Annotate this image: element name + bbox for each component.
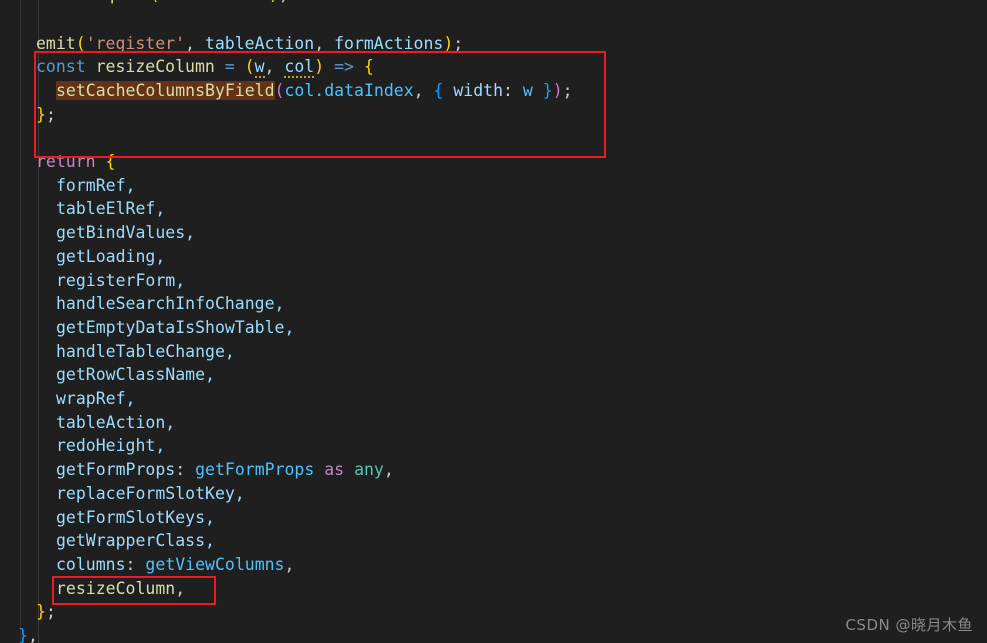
code-line-close-return: }; xyxy=(36,602,56,622)
code-line-registerform: registerForm, xyxy=(0,269,185,293)
code-line-close-arrow-fn: }; xyxy=(36,104,56,124)
csdn-watermark: CSDN @晓月木鱼 xyxy=(845,616,973,634)
code-line-columns: columns: getViewColumns, xyxy=(56,554,295,574)
token-getbindvalues: getBindValues, xyxy=(56,223,196,243)
code-line-emit: emit('register', tableAction, formAction… xyxy=(36,33,464,53)
code-line-tableelref: tableElRef, xyxy=(0,197,165,221)
token-handletablechange: handleTableChange, xyxy=(56,341,235,361)
token-return: return xyxy=(36,152,96,171)
token-registerform: registerForm, xyxy=(56,270,186,290)
code-content[interactable]: import(tableAction); emit('register', ta… xyxy=(0,0,987,643)
code-line-formref: formRef, xyxy=(0,174,135,198)
code-line-getformslotkeys: getFormSlotKeys, xyxy=(0,506,215,530)
code-line-replaceformslotkey: replaceFormSlotKey, xyxy=(0,482,245,506)
token-resizecolumn-name: resizeColumn xyxy=(95,57,215,77)
token-param-col: col xyxy=(284,57,315,79)
code-line-handletablechange: handleTableChange, xyxy=(0,340,235,364)
code-line-return: return { xyxy=(36,152,116,171)
code-line-getloading: getLoading, xyxy=(0,245,165,269)
token-arrow: => xyxy=(334,57,354,77)
token-getloading: getLoading, xyxy=(56,246,166,266)
token-setcachecolumnsbyfield-highlighted: setCacheColumnsByField xyxy=(56,80,275,100)
code-line-const-resizecolumn: const resizeColumn = (w, col) => { xyxy=(36,57,374,79)
code-line-wrapref: wrapRef, xyxy=(0,387,135,411)
token-getformprops-key: getFormProps xyxy=(56,460,176,480)
code-line-close-setup: }, xyxy=(18,626,38,643)
token-getwrapperclass: getWrapperClass, xyxy=(56,531,215,551)
token-replaceformslotkey: replaceFormSlotKey, xyxy=(56,483,245,503)
token-tableaction-prop: tableAction, xyxy=(56,412,176,432)
code-line-handlesearchinfochange: handleSearchInfoChange, xyxy=(0,292,284,316)
token-getformprops-value: getFormProps xyxy=(195,460,315,480)
token-register-string: 'register' xyxy=(85,33,186,53)
token-columns-key: columns xyxy=(56,554,126,574)
token-formref: formRef, xyxy=(56,175,136,195)
token-getformslotkeys: getFormSlotKeys, xyxy=(56,507,215,527)
code-line-setcachecolumns: setCacheColumnsByField(col.dataIndex, { … xyxy=(56,80,573,100)
code-line-redoheight: redoHeight, xyxy=(0,434,165,458)
token-emit: emit xyxy=(36,33,76,53)
code-line-getformprops: getFormProps: getFormProps as any, xyxy=(56,460,394,480)
code-line-resizecolumn-prop: resizeColumn, xyxy=(56,578,186,598)
token-wrapref: wrapRef, xyxy=(56,389,136,408)
code-editor-viewport[interactable]: import(tableAction); emit('register', ta… xyxy=(0,0,987,643)
token-width-value: w xyxy=(522,80,533,100)
token-const: const xyxy=(36,57,86,77)
code-line-getbindvalues: getBindValues, xyxy=(0,221,195,245)
token-tableelref: tableElRef, xyxy=(56,199,166,219)
code-line-getemptydataisshowtable: getEmptyDataIsShowTable, xyxy=(0,316,294,340)
token-col-dataindex: col.dataIndex xyxy=(284,80,414,100)
token-param-w: w xyxy=(254,57,265,79)
token-width-key: width xyxy=(453,80,504,100)
code-line-getrowclassname: getRowClassName, xyxy=(0,363,215,387)
token-formactions: formActions xyxy=(334,33,444,53)
token-as: as xyxy=(324,460,345,480)
token-getviewcolumns: getViewColumns xyxy=(145,554,285,574)
token-resizecolumn-prop: resizeColumn xyxy=(56,578,176,598)
token-handlesearchinfochange: handleSearchInfoChange, xyxy=(56,294,285,314)
token-redoheight: redoHeight, xyxy=(56,436,166,456)
token-getrowclassname: getRowClassName, xyxy=(56,365,215,385)
token-any: any xyxy=(354,460,384,480)
code-line-tableaction: tableAction, xyxy=(0,411,175,435)
code-line-clipped: import(tableAction); xyxy=(0,0,289,7)
code-line-getwrapperclass: getWrapperClass, xyxy=(0,529,215,553)
token-tableaction: tableAction xyxy=(204,33,315,53)
token-getemptydataisshowtable: getEmptyDataIsShowTable, xyxy=(56,317,295,337)
